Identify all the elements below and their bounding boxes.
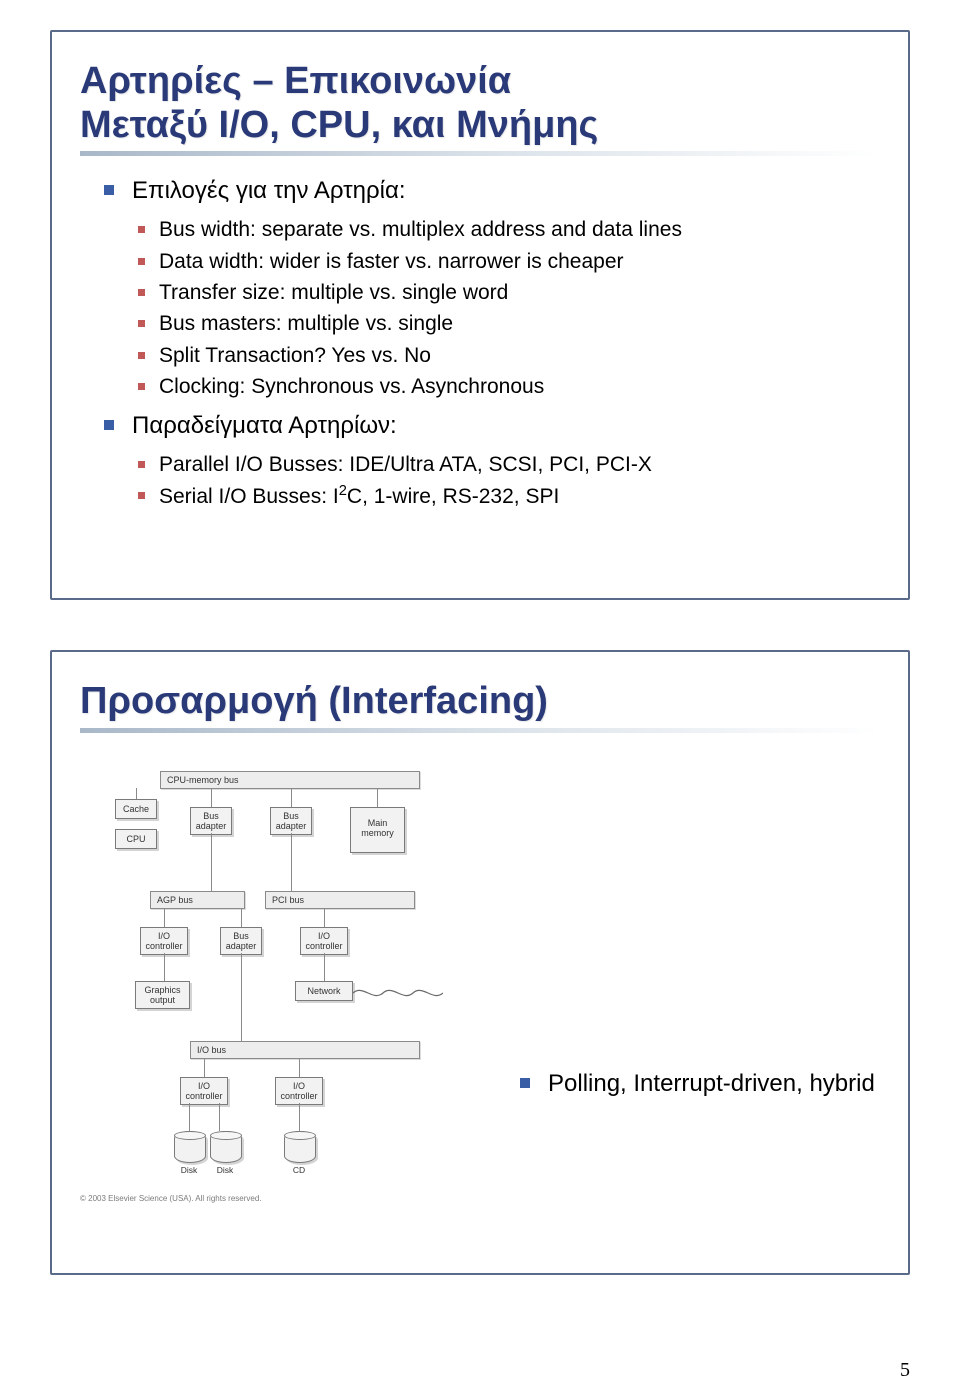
slide-2: Προσαρμογή (Interfacing) CPU-memory bus … <box>50 650 910 1275</box>
bullet-text: Επιλογές για την Αρτηρία: <box>132 174 880 209</box>
disk-label: Disk <box>205 1165 245 1175</box>
box-bus-adapter-2: Bus adapter <box>270 807 312 836</box>
list-item: Bus width: separate vs. multiplex addres… <box>138 215 880 245</box>
box-network: Network <box>295 981 353 1001</box>
text-part: Serial I/O Busses: I <box>159 485 339 508</box>
connector <box>189 1103 190 1131</box>
connector <box>299 1058 300 1077</box>
slide-1: Αρτηρίες – Επικοινωνία Μεταξύ I/O, CPU, … <box>50 30 910 600</box>
disk-icon <box>174 1131 206 1163</box>
copyright-text: © 2003 Elsevier Science (USA). All right… <box>80 1194 262 1203</box>
bullet-list-level2: Parallel I/O Busses: IDE/Ultra ATA, SCSI… <box>138 450 880 513</box>
bus-pci: PCI bus <box>265 891 415 909</box>
square-bullet-icon <box>138 352 145 359</box>
bullet-text: Transfer size: multiple vs. single word <box>159 278 880 308</box>
bullet-text: Data width: wider is faster vs. narrower… <box>159 247 880 277</box>
bullet-text: Clocking: Synchronous vs. Asynchronous <box>159 372 880 402</box>
bullet-text: Polling, Interrupt-driven, hybrid <box>548 1067 880 1102</box>
square-bullet-icon <box>138 258 145 265</box>
box-bus-adapter-3: Bus adapter <box>220 927 262 956</box>
title-line-2: Μεταξύ I/O, CPU, και Μνήμης <box>80 104 598 146</box>
connector <box>164 953 165 981</box>
title-line-1: Αρτηρίες – Επικοινωνία <box>80 60 511 102</box>
disk-label: Disk <box>169 1165 209 1175</box>
list-item: Παραδείγματα Αρτηρίων: <box>104 409 880 444</box>
slide-title: Αρτηρίες – Επικοινωνία Μεταξύ I/O, CPU, … <box>80 60 880 147</box>
square-bullet-icon <box>520 1078 530 1088</box>
square-bullet-icon <box>138 383 145 390</box>
network-wavy-icon <box>353 984 443 1002</box>
connector <box>299 1103 300 1131</box>
page-number: 5 <box>900 1359 910 1382</box>
bullet-text: Bus width: separate vs. multiplex addres… <box>159 215 880 245</box>
connector <box>164 908 165 927</box>
box-io-controller-3: I/O controller <box>180 1077 228 1106</box>
square-bullet-icon <box>104 420 114 430</box>
title-underline <box>80 728 880 733</box>
box-io-controller-2: I/O controller <box>300 927 348 956</box>
right-column: Polling, Interrupt-driven, hybrid <box>520 761 880 1201</box>
square-bullet-icon <box>138 492 145 499</box>
bullet-list-level1: Polling, Interrupt-driven, hybrid <box>520 1067 880 1102</box>
bullet-list-level1: Επιλογές για την Αρτηρία: <box>104 174 880 209</box>
connector <box>324 953 325 981</box>
list-item: Clocking: Synchronous vs. Asynchronous <box>138 372 880 402</box>
list-item: Split Transaction? Yes vs. No <box>138 341 880 371</box>
bus-io: I/O bus <box>190 1041 420 1059</box>
list-item: Επιλογές για την Αρτηρία: <box>104 174 880 209</box>
square-bullet-icon <box>138 226 145 233</box>
connector <box>136 788 137 799</box>
square-bullet-icon <box>104 185 114 195</box>
list-item: Data width: wider is faster vs. narrower… <box>138 247 880 277</box>
bullet-list-level1: Παραδείγματα Αρτηρίων: <box>104 409 880 444</box>
square-bullet-icon <box>138 320 145 327</box>
box-graphics-output: Graphics output <box>135 981 190 1010</box>
connector <box>291 788 292 807</box>
box-io-controller-1: I/O controller <box>140 927 188 956</box>
text-part: C, 1-wire, RS-232, SPI <box>347 485 559 508</box>
connector <box>241 953 242 1041</box>
box-main-memory: Main memory <box>350 807 405 853</box>
square-bullet-icon <box>138 461 145 468</box>
list-item: Serial I/O Busses: I2C, 1-wire, RS-232, … <box>138 481 880 512</box>
connector <box>324 908 325 927</box>
connector <box>291 833 292 891</box>
square-bullet-icon <box>138 289 145 296</box>
connector <box>377 788 378 807</box>
bullet-text: Παραδείγματα Αρτηρίων: <box>132 409 880 444</box>
connector <box>204 1058 205 1077</box>
superscript: 2 <box>339 483 347 499</box>
box-cache: Cache <box>115 799 157 819</box>
connector <box>211 788 212 807</box>
connector <box>241 908 242 927</box>
box-bus-adapter-1: Bus adapter <box>190 807 232 836</box>
list-item: Transfer size: multiple vs. single word <box>138 278 880 308</box>
cd-icon <box>284 1131 316 1163</box>
list-item: Parallel I/O Busses: IDE/Ultra ATA, SCSI… <box>138 450 880 480</box>
bullet-list-level2: Bus width: separate vs. multiplex addres… <box>138 215 880 403</box>
bullet-text: Bus masters: multiple vs. single <box>159 309 880 339</box>
connector <box>219 1103 220 1131</box>
list-item: Bus masters: multiple vs. single <box>138 309 880 339</box>
cd-label: CD <box>279 1165 319 1175</box>
bullet-text: Parallel I/O Busses: IDE/Ultra ATA, SCSI… <box>159 450 880 480</box>
bus-cpu-memory: CPU-memory bus <box>160 771 420 789</box>
connector <box>211 833 212 891</box>
bullet-text: Serial I/O Busses: I2C, 1-wire, RS-232, … <box>159 481 880 512</box>
bus-agp: AGP bus <box>150 891 245 909</box>
box-io-controller-4: I/O controller <box>275 1077 323 1106</box>
box-cpu: CPU <box>115 829 157 849</box>
disk-icon <box>210 1131 242 1163</box>
title-underline <box>80 151 880 156</box>
architecture-diagram: CPU-memory bus Cache CPU Bus adapter Bus… <box>80 761 490 1201</box>
bullet-text: Split Transaction? Yes vs. No <box>159 341 880 371</box>
list-item: Polling, Interrupt-driven, hybrid <box>520 1067 880 1102</box>
slide-title: Προσαρμογή (Interfacing) <box>80 680 880 724</box>
